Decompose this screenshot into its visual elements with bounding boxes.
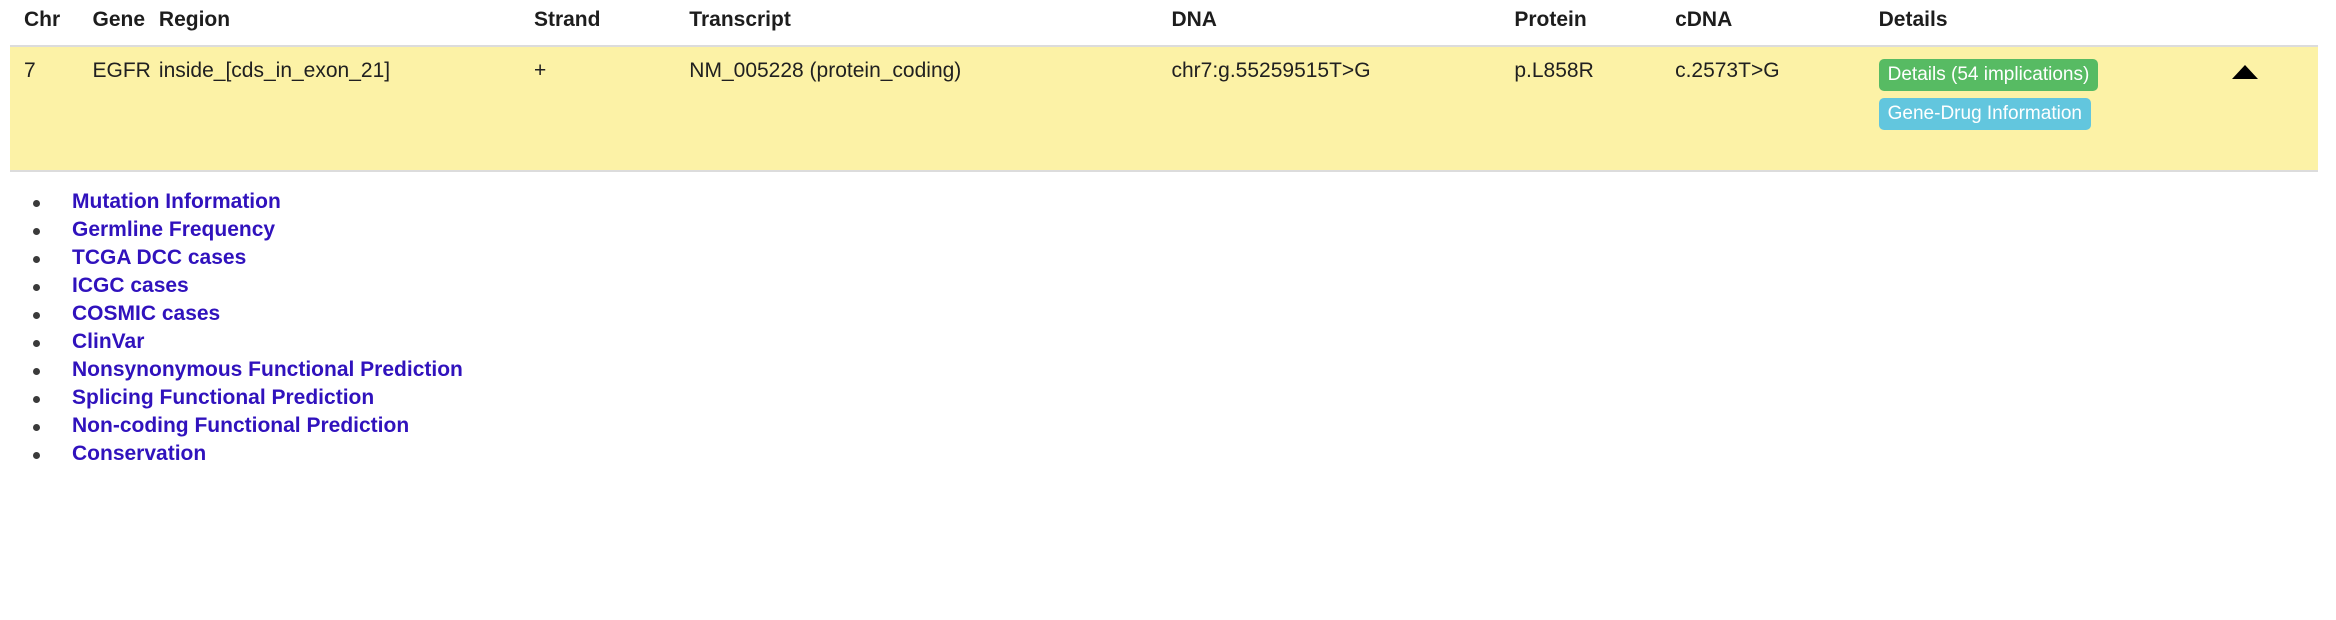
- details-badge[interactable]: Details (54 implications): [1878, 59, 2099, 91]
- detail-link-cosmic-cases[interactable]: COSMIC cases: [72, 302, 220, 325]
- column-header-gene: Gene: [92, 8, 146, 31]
- table-body: 7 EGFR inside_[cds_in_exon_21] + NM_0052…: [10, 46, 2318, 171]
- column-header-protein: Protein: [1514, 8, 1587, 31]
- list-item: Conservation: [0, 440, 2336, 468]
- table-header: Chr Gene Region Strand Transcript DNA Pr…: [10, 0, 2318, 46]
- column-header-chr: Chr: [24, 8, 61, 31]
- column-header-strand: Strand: [533, 8, 601, 31]
- detail-link-icgc-cases[interactable]: ICGC cases: [72, 274, 189, 297]
- detail-link-mutation-information[interactable]: Mutation Information: [72, 190, 281, 213]
- column-header-dna: DNA: [1171, 8, 1217, 31]
- column-header-details: Details: [1878, 8, 1948, 31]
- list-item: Splicing Functional Prediction: [0, 384, 2336, 412]
- detail-link-splicing-functional-prediction[interactable]: Splicing Functional Prediction: [72, 386, 374, 409]
- table-row[interactable]: 7 EGFR inside_[cds_in_exon_21] + NM_0052…: [10, 46, 2318, 171]
- detail-link-nonsynonymous-functional-prediction[interactable]: Nonsynonymous Functional Prediction: [72, 358, 463, 381]
- detail-link-clinvar[interactable]: ClinVar: [72, 330, 144, 353]
- list-item: ICGC cases: [0, 272, 2336, 300]
- list-item: Germline Frequency: [0, 216, 2336, 244]
- list-item: COSMIC cases: [0, 300, 2336, 328]
- column-header-cdna: cDNA: [1675, 8, 1733, 31]
- table-header-row: Chr Gene Region Strand Transcript DNA Pr…: [10, 0, 2318, 46]
- list-item: Nonsynonymous Functional Prediction: [0, 356, 2336, 384]
- cell-details: Details (54 implications) Gene-Drug Info…: [1878, 46, 2233, 171]
- cell-gene: EGFR: [92, 59, 151, 82]
- detail-link-conservation[interactable]: Conservation: [72, 442, 206, 465]
- gene-drug-badge[interactable]: Gene-Drug Information: [1878, 98, 2091, 130]
- column-header-region: Region: [158, 8, 231, 31]
- list-item: TCGA DCC cases: [0, 244, 2336, 272]
- caret-up-icon[interactable]: [2232, 65, 2259, 79]
- detail-link-list: Mutation Information Germline Frequency …: [0, 188, 2336, 468]
- badge-stack: Details (54 implications) Gene-Drug Info…: [1878, 59, 2233, 130]
- list-item: Mutation Information: [0, 188, 2336, 216]
- list-item: Non-coding Functional Prediction: [0, 412, 2336, 440]
- cell-dna: chr7:g.55259515T>G: [1171, 59, 1371, 82]
- cell-protein: p.L858R: [1514, 59, 1594, 82]
- cell-transcript: NM_005228 (protein_coding): [689, 59, 962, 82]
- variant-annotation-table: Chr Gene Region Strand Transcript DNA Pr…: [10, 0, 2318, 172]
- detail-link-germline-frequency[interactable]: Germline Frequency: [72, 218, 275, 241]
- column-header-transcript: Transcript: [689, 8, 791, 31]
- cell-strand: +: [533, 59, 547, 82]
- cell-region: inside_[cds_in_exon_21]: [158, 59, 391, 82]
- cell-spacer: [416, 46, 534, 171]
- column-header-toggle: [2232, 0, 2318, 46]
- detail-link-tcga-dcc-cases[interactable]: TCGA DCC cases: [72, 246, 246, 269]
- detail-link-non-coding-functional-prediction[interactable]: Non-coding Functional Prediction: [72, 414, 409, 437]
- cell-chr: 7: [24, 59, 36, 82]
- variant-detail-page: Chr Gene Region Strand Transcript DNA Pr…: [0, 0, 2336, 620]
- cell-toggle[interactable]: [2232, 46, 2318, 171]
- column-header-spacer: [416, 0, 534, 46]
- list-item: ClinVar: [0, 328, 2336, 356]
- cell-cdna: c.2573T>G: [1675, 59, 1780, 82]
